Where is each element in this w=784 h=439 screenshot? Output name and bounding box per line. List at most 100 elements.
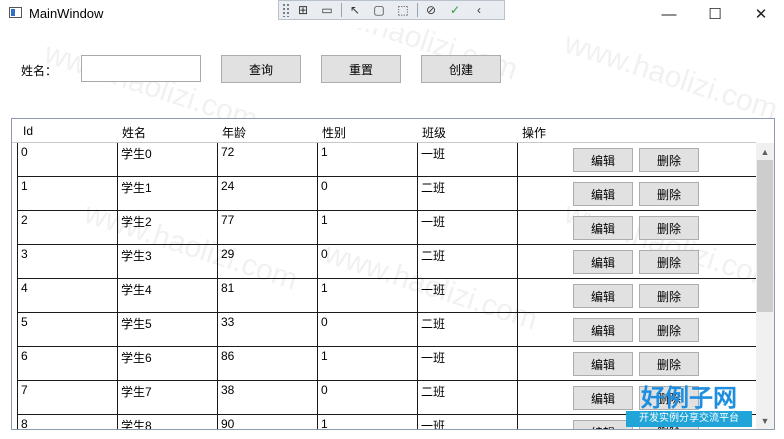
brand-watermark-logo: 好例子网 开发实例分享交流平台 — [626, 378, 752, 430]
table-row[interactable]: 3 学生3 29 0 二班 编辑 删除 — [17, 245, 756, 279]
cell-class[interactable]: 二班 — [417, 245, 517, 278]
layout-adorner-icon[interactable]: ▢ — [368, 2, 390, 18]
cell-class[interactable]: 一班 — [417, 279, 517, 312]
column-header-actions[interactable]: 操作 — [522, 124, 546, 141]
cell-age[interactable]: 86 — [217, 347, 317, 380]
edit-button[interactable]: 编辑 — [573, 318, 633, 342]
table-row[interactable]: 5 学生5 33 0 二班 编辑 删除 — [17, 313, 756, 347]
cell-class[interactable]: 二班 — [417, 177, 517, 210]
edit-button[interactable]: 编辑 — [573, 148, 633, 172]
cell-id[interactable]: 4 — [17, 279, 117, 312]
cell-gender[interactable]: 0 — [317, 381, 417, 414]
column-header-age[interactable]: 年龄 — [222, 124, 246, 141]
edit-button[interactable]: 编辑 — [573, 284, 633, 308]
cell-age[interactable]: 38 — [217, 381, 317, 414]
cell-class[interactable]: 一班 — [417, 143, 517, 176]
name-search-input[interactable] — [81, 55, 201, 82]
table-row[interactable]: 6 学生6 86 1 一班 编辑 删除 — [17, 347, 756, 381]
column-header-name[interactable]: 姓名 — [122, 124, 146, 141]
cell-id[interactable]: 5 — [17, 313, 117, 346]
table-row[interactable]: 2 学生2 77 1 一班 编辑 删除 — [17, 211, 756, 245]
cell-name[interactable]: 学生1 — [117, 177, 217, 210]
delete-button[interactable]: 删除 — [639, 148, 699, 172]
scroll-up-arrow-icon[interactable]: ▲ — [756, 143, 774, 160]
cell-id[interactable]: 8 — [17, 415, 117, 429]
cell-name[interactable]: 学生6 — [117, 347, 217, 380]
cell-actions — [517, 143, 756, 176]
delete-button[interactable]: 删除 — [639, 182, 699, 206]
video-camera-icon[interactable]: ▭ — [316, 2, 338, 18]
cell-gender[interactable]: 1 — [317, 143, 417, 176]
delete-button[interactable]: 删除 — [639, 318, 699, 342]
query-button[interactable]: 查询 — [221, 55, 301, 83]
delete-button[interactable]: 删除 — [639, 250, 699, 274]
binding-failures-icon[interactable]: ⊘ — [420, 2, 442, 18]
cell-age[interactable]: 72 — [217, 143, 317, 176]
select-element-icon[interactable]: ↖ — [344, 2, 366, 18]
hot-reload-check-icon[interactable]: ✓ — [444, 2, 466, 18]
window-title: MainWindow — [29, 6, 104, 21]
close-button[interactable]: ✕ — [738, 0, 784, 28]
cell-id[interactable]: 3 — [17, 245, 117, 278]
visual-tree-icon[interactable]: ⊞ — [292, 2, 314, 18]
column-header-id[interactable]: Id — [23, 124, 33, 138]
vertical-scrollbar[interactable]: ▲ ▼ — [756, 143, 774, 429]
delete-button[interactable]: 删除 — [639, 352, 699, 376]
toolbar-divider — [341, 3, 342, 17]
cell-gender[interactable]: 1 — [317, 415, 417, 429]
cell-gender[interactable]: 0 — [317, 313, 417, 346]
cell-age[interactable]: 29 — [217, 245, 317, 278]
cell-gender[interactable]: 0 — [317, 177, 417, 210]
table-row[interactable]: 0 学生0 72 1 一班 编辑 删除 — [17, 143, 756, 177]
minimize-button[interactable]: — — [646, 0, 692, 28]
track-focus-icon[interactable]: ⬚ — [392, 2, 414, 18]
edit-button[interactable]: 编辑 — [573, 352, 633, 376]
cell-id[interactable]: 6 — [17, 347, 117, 380]
cell-name[interactable]: 学生4 — [117, 279, 217, 312]
toolbar-grip-icon[interactable] — [282, 3, 290, 17]
cell-class[interactable]: 一班 — [417, 211, 517, 244]
cell-name[interactable]: 学生0 — [117, 143, 217, 176]
cell-gender[interactable]: 1 — [317, 347, 417, 380]
collapse-toolbar-icon[interactable]: ‹ — [468, 2, 490, 18]
edit-button[interactable]: 编辑 — [573, 420, 633, 429]
cell-id[interactable]: 0 — [17, 143, 117, 176]
cell-age[interactable]: 24 — [217, 177, 317, 210]
cell-name[interactable]: 学生7 — [117, 381, 217, 414]
cell-class[interactable]: 一班 — [417, 347, 517, 380]
cell-gender[interactable]: 1 — [317, 279, 417, 312]
grid-header: Id 姓名 年龄 性别 班级 操作 — [12, 119, 756, 143]
scroll-down-arrow-icon[interactable]: ▼ — [756, 412, 774, 429]
edit-button[interactable]: 编辑 — [573, 182, 633, 206]
cell-class[interactable]: 二班 — [417, 313, 517, 346]
cell-id[interactable]: 7 — [17, 381, 117, 414]
column-header-gender[interactable]: 性别 — [322, 124, 346, 141]
column-header-class[interactable]: 班级 — [422, 124, 446, 141]
delete-button[interactable]: 删除 — [639, 216, 699, 240]
cell-name[interactable]: 学生8 — [117, 415, 217, 429]
create-button[interactable]: 创建 — [421, 55, 501, 83]
edit-button[interactable]: 编辑 — [573, 250, 633, 274]
cell-name[interactable]: 学生3 — [117, 245, 217, 278]
reset-button[interactable]: 重置 — [321, 55, 401, 83]
cell-age[interactable]: 81 — [217, 279, 317, 312]
cell-gender[interactable]: 0 — [317, 245, 417, 278]
table-row[interactable]: 4 学生4 81 1 一班 编辑 删除 — [17, 279, 756, 313]
scrollbar-thumb[interactable] — [757, 160, 773, 312]
cell-age[interactable]: 90 — [217, 415, 317, 429]
maximize-button[interactable]: ☐ — [692, 0, 738, 28]
cell-gender[interactable]: 1 — [317, 211, 417, 244]
cell-actions — [517, 347, 756, 380]
cell-class[interactable]: 一班 — [417, 415, 517, 429]
edit-button[interactable]: 编辑 — [573, 216, 633, 240]
delete-button[interactable]: 删除 — [639, 284, 699, 308]
cell-id[interactable]: 2 — [17, 211, 117, 244]
table-row[interactable]: 1 学生1 24 0 二班 编辑 删除 — [17, 177, 756, 211]
cell-name[interactable]: 学生2 — [117, 211, 217, 244]
cell-class[interactable]: 二班 — [417, 381, 517, 414]
cell-name[interactable]: 学生5 — [117, 313, 217, 346]
cell-id[interactable]: 1 — [17, 177, 117, 210]
edit-button[interactable]: 编辑 — [573, 386, 633, 410]
cell-age[interactable]: 77 — [217, 211, 317, 244]
cell-age[interactable]: 33 — [217, 313, 317, 346]
